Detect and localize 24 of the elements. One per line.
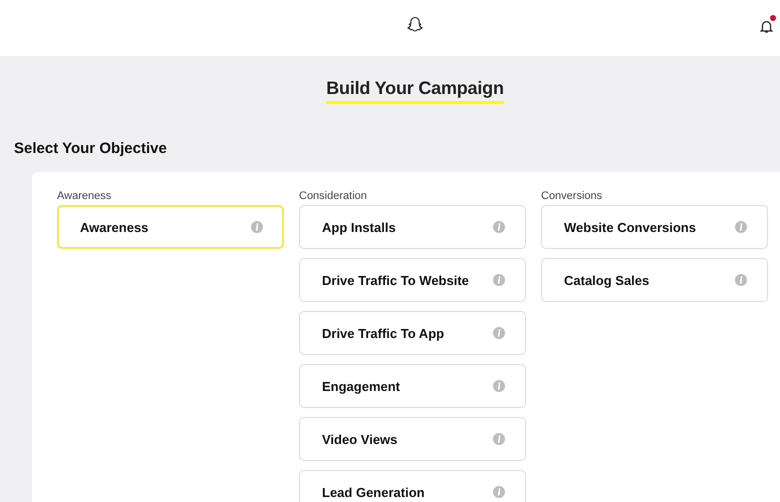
- group-label: Awareness: [57, 190, 112, 202]
- objective-option[interactable]: Catalog Sales: [541, 258, 768, 302]
- objective-option[interactable]: App Installs: [299, 205, 526, 249]
- info-icon[interactable]: [493, 221, 505, 233]
- info-icon[interactable]: [493, 433, 505, 445]
- objective-option[interactable]: Drive Traffic To Website: [299, 258, 526, 302]
- group-label: Conversions: [541, 190, 604, 202]
- objective-option[interactable]: Engagement: [299, 364, 526, 408]
- objective-option[interactable]: Drive Traffic To App: [299, 311, 526, 355]
- objective-option[interactable]: Website Conversions: [541, 205, 768, 249]
- group-label: Consideration: [299, 190, 368, 202]
- section-title: Select Your Objective: [14, 140, 168, 157]
- info-icon[interactable]: [735, 274, 747, 286]
- info-icon[interactable]: [493, 486, 505, 498]
- info-icon[interactable]: [735, 221, 747, 233]
- bell-icon[interactable]: [760, 19, 773, 34]
- objective-option[interactable]: Awareness: [57, 205, 284, 249]
- info-icon[interactable]: [493, 380, 505, 392]
- info-icon[interactable]: [493, 327, 505, 339]
- objective-option[interactable]: Video Views: [299, 417, 526, 461]
- info-icon[interactable]: [251, 221, 263, 233]
- page-title: Build Your Campaign: [326, 78, 504, 104]
- objective-option[interactable]: Lead Generation: [299, 470, 526, 502]
- info-icon[interactable]: [493, 274, 505, 286]
